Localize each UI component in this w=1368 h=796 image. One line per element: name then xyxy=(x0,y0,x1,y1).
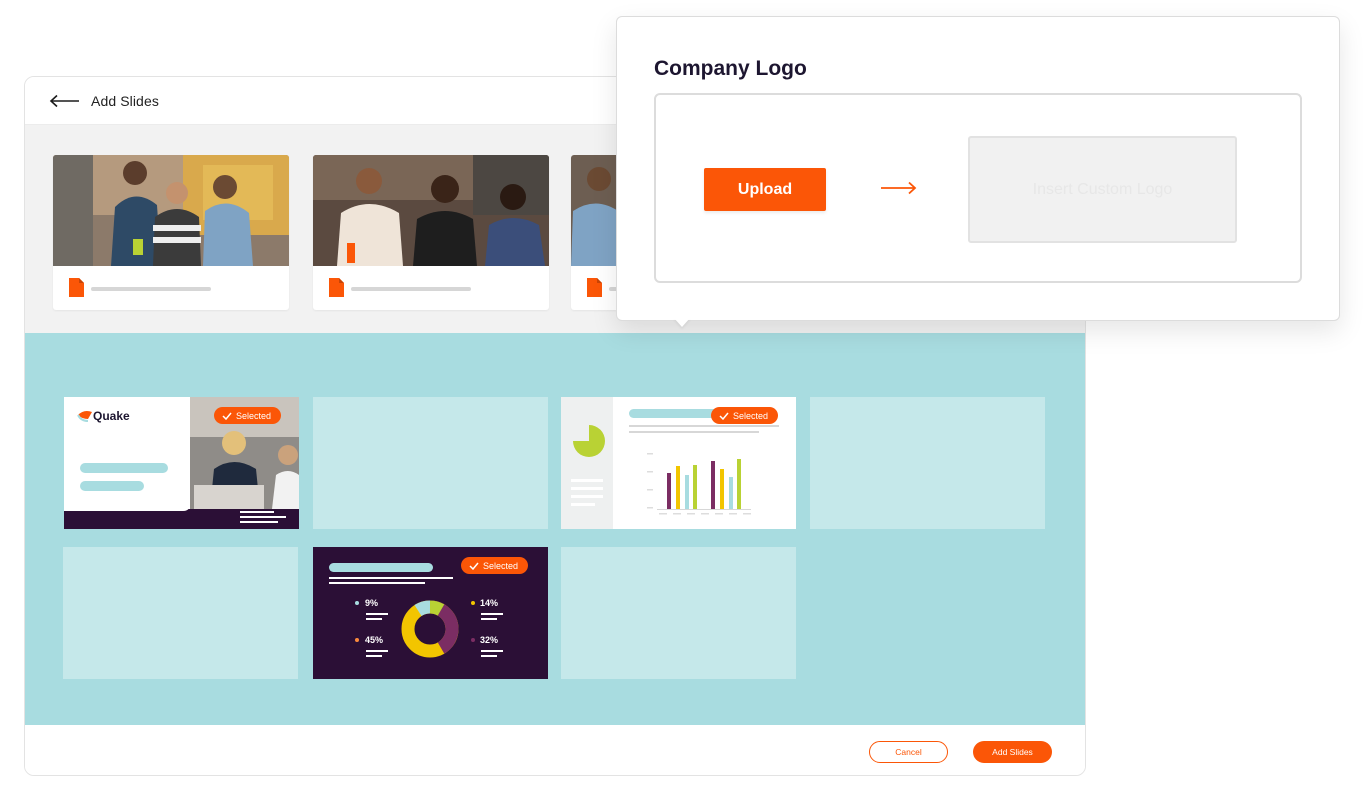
document-icon xyxy=(69,278,84,297)
upload-button[interactable]: Upload xyxy=(704,168,826,211)
check-icon xyxy=(719,412,729,420)
popover-title: Company Logo xyxy=(654,57,807,80)
slide-placeholder[interactable] xyxy=(810,397,1045,529)
slide-thumbnail-chart[interactable]: Selected xyxy=(561,397,796,529)
quake-brand: Quake xyxy=(93,409,130,423)
popover-pointer xyxy=(674,318,690,327)
slide-placeholder[interactable] xyxy=(63,547,298,679)
document-icon xyxy=(587,278,602,297)
selected-badge: Selected xyxy=(461,557,529,574)
window-footer: Cancel Add Slides xyxy=(25,725,1085,775)
add-slides-button[interactable]: Add Slides xyxy=(973,741,1052,763)
selected-badge: Selected xyxy=(214,407,282,424)
back-arrow-icon[interactable] xyxy=(49,94,81,108)
library-photo xyxy=(53,155,289,266)
document-icon xyxy=(329,278,344,297)
slide-grid: Quake Selected Selected 9% 14% 45% 32% S… xyxy=(25,333,1085,725)
check-icon xyxy=(222,412,232,420)
library-card[interactable] xyxy=(313,155,549,310)
selected-label: Selected xyxy=(236,410,272,421)
file-name-placeholder xyxy=(351,287,471,291)
donut-value: 32% xyxy=(480,635,499,645)
selected-label: Selected xyxy=(733,410,769,421)
custom-logo-placeholder[interactable]: Insert Custom Logo xyxy=(968,136,1237,243)
logo-upload-area: Upload Insert Custom Logo xyxy=(654,93,1302,283)
arrow-right-icon xyxy=(880,181,918,200)
company-logo-popover: Company Logo Upload Insert Custom Logo xyxy=(616,16,1340,321)
donut-value: 45% xyxy=(365,635,384,645)
selected-label: Selected xyxy=(483,560,519,571)
selected-badge: Selected xyxy=(711,407,779,424)
library-photo xyxy=(313,155,549,266)
slide-placeholder[interactable] xyxy=(313,397,548,529)
library-card[interactable] xyxy=(53,155,289,310)
page-title: Add Slides xyxy=(91,92,159,109)
slide-placeholder[interactable] xyxy=(561,547,796,679)
donut-value: 9% xyxy=(365,598,379,608)
check-icon xyxy=(469,562,479,570)
slide-thumbnail-title[interactable]: Quake Selected xyxy=(64,397,299,529)
donut-value: 14% xyxy=(480,598,499,608)
slide-thumbnail-donut[interactable]: 9% 14% 45% 32% Selected xyxy=(313,547,548,679)
file-name-placeholder xyxy=(91,287,211,291)
cancel-button[interactable]: Cancel xyxy=(869,741,948,763)
